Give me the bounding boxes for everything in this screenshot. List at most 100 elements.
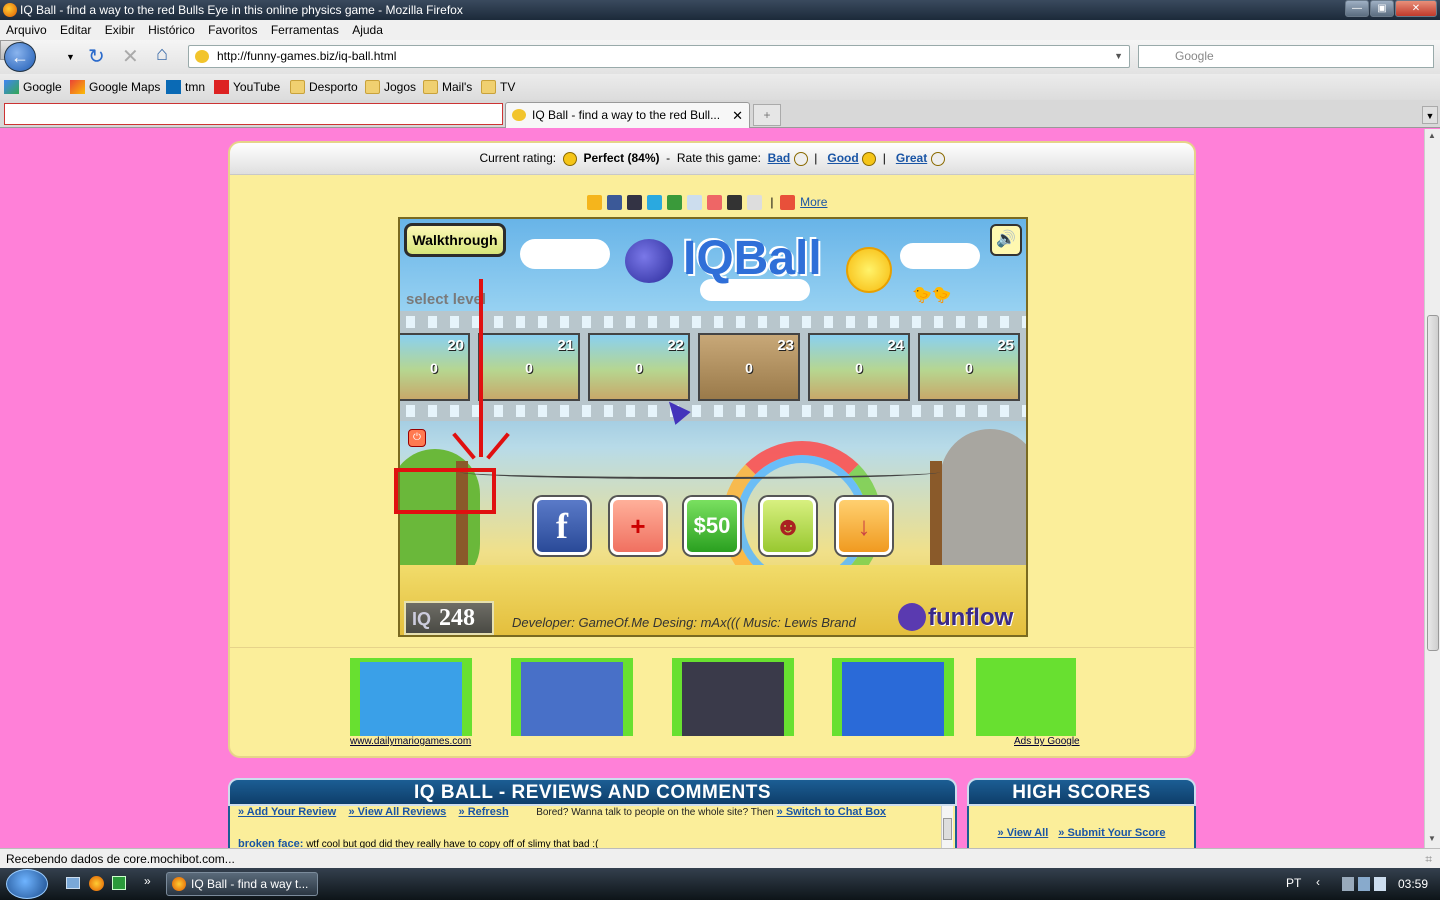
rate-good-link[interactable]: Good <box>827 151 858 165</box>
favorite-star-icon[interactable] <box>587 195 602 211</box>
level-thumb-22[interactable]: 22 0 <box>588 333 690 401</box>
tab-favicon-icon <box>512 109 526 121</box>
scroll-up-icon[interactable]: ▲ <box>1428 131 1436 140</box>
ad-image-mario-peach[interactable] <box>511 658 633 736</box>
menu-ferramentas[interactable]: Ferramentas <box>271 23 339 37</box>
show-desktop-icon[interactable] <box>66 877 80 889</box>
facebook-share-button[interactable]: f <box>534 497 590 555</box>
power-button[interactable]: ⏻ <box>408 429 426 447</box>
tray-expand-icon[interactable]: ‹ <box>1316 875 1320 889</box>
bookmark-google-maps[interactable]: Google Maps <box>70 74 160 100</box>
bookmark-tmn[interactable]: tmn <box>166 74 205 100</box>
tab-iq-ball[interactable]: IQ Ball - find a way to the red Bull... … <box>505 102 750 128</box>
ad-site-link[interactable]: www.dailymariogames.com <box>350 736 471 747</box>
stop-icon[interactable]: ✕ <box>122 44 139 69</box>
ads-by-google-link[interactable]: Ads by Google <box>1014 736 1080 747</box>
history-dropdown-icon[interactable]: ▼ <box>66 52 75 62</box>
level-thumb-25[interactable]: 25 0 <box>918 333 1020 401</box>
menu-arquivo[interactable]: Arquivo <box>6 23 47 37</box>
share-more-link[interactable]: More <box>800 195 827 209</box>
page-scroll-thumb[interactable] <box>1427 315 1439 651</box>
scroll-down-icon[interactable]: ▼ <box>1428 834 1436 843</box>
find-input[interactable] <box>4 103 503 125</box>
url-dropdown-icon[interactable]: ▼ <box>1114 46 1123 67</box>
window-title: IQ Ball - find a way to the red Bulls Ey… <box>20 3 463 17</box>
submit-score-link[interactable]: » Submit Your Score <box>1058 827 1165 839</box>
taskbar-task-label: IQ Ball - find a way t... <box>191 877 309 891</box>
menu-historico[interactable]: Histórico <box>148 23 195 37</box>
sound-toggle-button[interactable]: 🔊 <box>990 224 1022 256</box>
google-maps-icon <box>70 80 85 94</box>
quicklaunch-more-icon[interactable]: » <box>144 874 151 888</box>
mascot-button[interactable]: ☻ <box>760 497 816 555</box>
ad-image-luigi[interactable] <box>976 658 1076 736</box>
menu-editar[interactable]: Editar <box>60 23 91 37</box>
level-thumb-21[interactable]: 21 0 <box>478 333 580 401</box>
ad-image-mario-gun[interactable] <box>832 658 954 736</box>
add-friend-button[interactable]: + <box>610 497 666 555</box>
reviews-scroll-thumb[interactable] <box>943 818 952 840</box>
bookmark-jogos[interactable]: Jogos <box>365 74 416 100</box>
add-review-link[interactable]: » Add Your Review <box>238 806 336 818</box>
earn-money-button[interactable]: $50 <box>684 497 740 555</box>
taskbar-firefox-button[interactable]: IQ Ball - find a way t... <box>166 872 318 896</box>
reload-icon[interactable]: ↻ <box>88 44 105 69</box>
resize-grip-icon[interactable]: ⌗ <box>1425 849 1432 869</box>
close-window-button[interactable]: ✕ <box>1395 0 1437 17</box>
level-thumb-23[interactable]: 23 0 <box>698 333 800 401</box>
download-button[interactable]: ↓ <box>836 497 892 555</box>
tray-icons[interactable] <box>1342 877 1390 891</box>
rate-bad-link[interactable]: Bad <box>768 151 791 165</box>
rate-label: Rate this game: <box>676 151 761 165</box>
view-all-reviews-link[interactable]: » View All Reviews <box>348 806 446 818</box>
laughing-face-icon <box>930 151 945 166</box>
digg-icon[interactable] <box>707 195 722 211</box>
email-icon[interactable] <box>747 195 762 211</box>
tab-close-icon[interactable]: ✕ <box>732 103 743 128</box>
walkthrough-button[interactable]: Walkthrough <box>404 223 506 257</box>
bookmark-mails[interactable]: Mail's <box>423 74 472 100</box>
reviews-scrollbar[interactable] <box>941 806 953 848</box>
menu-exibir[interactable]: Exibir <box>105 23 135 37</box>
language-indicator[interactable]: PT <box>1286 876 1301 890</box>
highscores-header: HIGH SCORES <box>967 778 1196 806</box>
bookmark-tv[interactable]: TV <box>481 74 515 100</box>
stumbleupon-icon[interactable] <box>667 195 682 211</box>
bookmark-youtube[interactable]: YouTube <box>214 74 280 100</box>
ad-image-mario[interactable] <box>350 658 472 736</box>
facebook-icon[interactable] <box>607 195 622 211</box>
new-tab-button[interactable]: + <box>753 104 781 126</box>
minimize-button[interactable]: — <box>1345 0 1369 17</box>
back-button[interactable]: ← <box>4 42 36 72</box>
view-all-scores-link[interactable]: » View All <box>998 827 1049 839</box>
home-icon[interactable]: ⌂ <box>156 43 168 66</box>
search-input[interactable]: Google <box>1138 45 1434 68</box>
ad-image-mario-luigi[interactable] <box>672 658 794 736</box>
refresh-link[interactable]: » Refresh <box>459 806 509 818</box>
app-quicklaunch-icon[interactable] <box>112 876 126 890</box>
switch-chat-link[interactable]: » Switch to Chat Box <box>777 806 886 818</box>
more-plus-icon[interactable] <box>780 195 796 211</box>
clock[interactable]: 03:59 <box>1398 877 1428 891</box>
page-scrollbar[interactable]: ▲ ▼ <box>1424 129 1440 848</box>
bookmark-desporto[interactable]: Desporto <box>290 74 358 100</box>
tab-list-icon[interactable]: ▼ <box>1422 106 1438 124</box>
game-canvas[interactable]: Walkthrough IQBall 🔊 🐤🐤 select level 20 0… <box>398 217 1028 637</box>
start-button[interactable] <box>6 869 48 899</box>
level-thumb-24[interactable]: 24 0 <box>808 333 910 401</box>
maximize-button[interactable]: ▣ <box>1370 0 1394 17</box>
menu-ajuda[interactable]: Ajuda <box>352 23 383 37</box>
reddit-icon[interactable] <box>687 195 702 211</box>
menu-favoritos[interactable]: Favoritos <box>208 23 257 37</box>
rate-great-link[interactable]: Great <box>896 151 927 165</box>
bookmark-google[interactable]: Google <box>4 74 62 100</box>
bookmarks-toolbar: Google Google Maps tmn YouTube Desporto … <box>0 74 1440 100</box>
myspace-icon[interactable] <box>627 195 642 211</box>
twitter-icon[interactable] <box>647 195 662 211</box>
url-bar[interactable]: http://funny-games.biz/iq-ball.html ▼ <box>188 45 1130 68</box>
funflow-logo[interactable]: funflow <box>898 601 1022 635</box>
level-thumb-20[interactable]: 20 0 <box>400 333 470 401</box>
delicious-icon[interactable] <box>727 195 742 211</box>
firefox-quicklaunch-icon[interactable] <box>89 876 104 891</box>
comment-user[interactable]: broken face: <box>238 838 303 848</box>
